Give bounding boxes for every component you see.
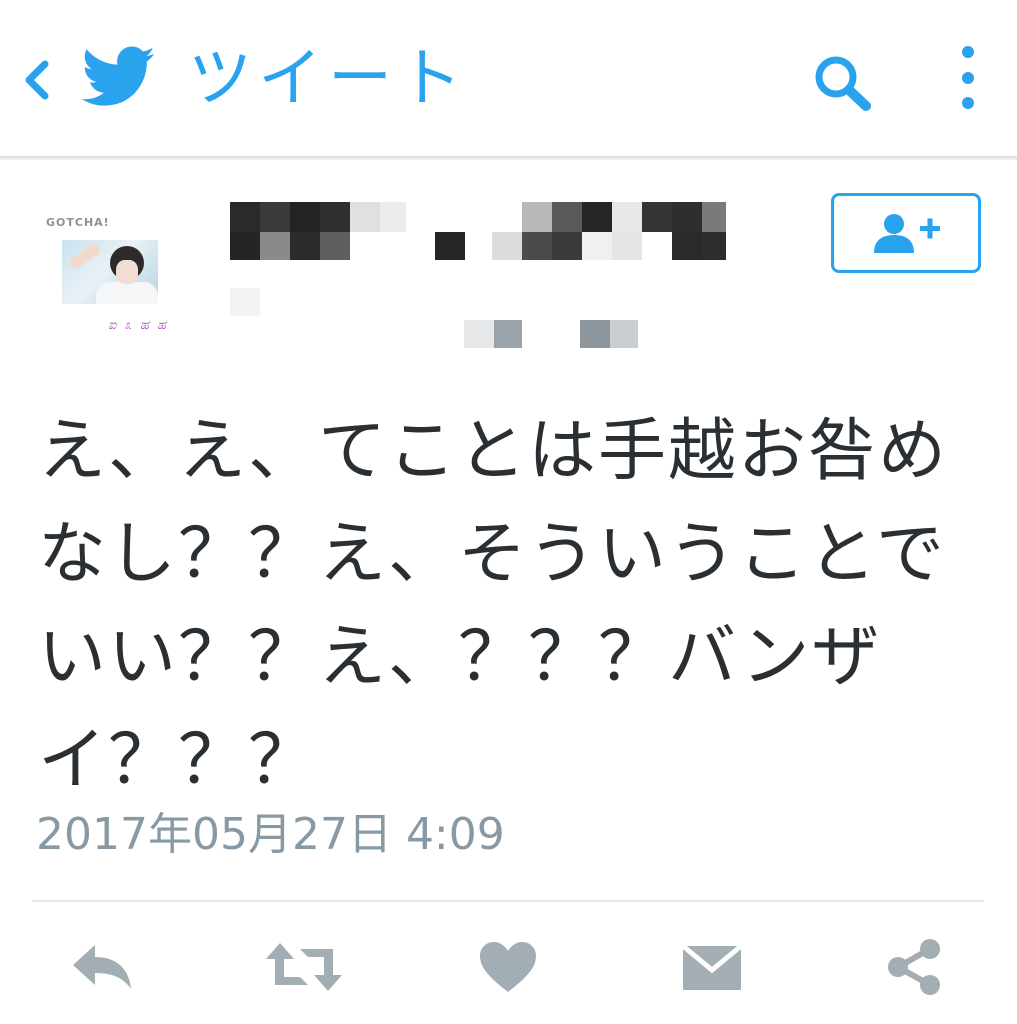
share-button[interactable] [872,930,956,1004]
retweet-button[interactable] [262,930,346,1004]
tweet-text: え、え、てことは手越お咎めなし？？え、そういうことでいい？？え、？？？バンザイ？… [38,412,949,800]
tweet-timestamp: 2017年05月27日 4:09 [36,809,505,860]
handle-pixelated [230,288,650,352]
chevron-left-icon [25,60,49,100]
like-button[interactable] [466,930,550,1004]
search-icon [815,56,871,111]
app-header: ツイート [0,0,1017,158]
avatar-signature: ಐ ೩ ಹ ಹ [108,318,169,333]
add-user-icon [874,214,940,253]
more-vertical-icon [962,46,974,109]
avatar-logo-mark: GOTCHA! [46,216,110,229]
twitter-bird-icon [82,46,155,106]
page-title: ツイート [188,42,468,116]
header-shadow [0,156,1017,160]
display-name-pixelated [230,202,730,262]
avatar-photo [62,240,158,304]
heart-icon [480,942,536,992]
search-button[interactable] [808,50,878,116]
direct-message-button[interactable] [670,930,754,1004]
reply-button[interactable] [60,930,144,1004]
more-options-button[interactable] [944,40,992,120]
avatar[interactable]: GOTCHA! ಐ ೩ ಹ ಹ [38,198,198,346]
retweet-icon [266,943,342,991]
follow-button[interactable] [831,193,981,273]
divider [32,900,984,902]
envelope-icon [681,944,743,990]
back-button[interactable] [14,50,58,110]
share-icon [888,939,940,995]
reply-icon [73,945,131,989]
